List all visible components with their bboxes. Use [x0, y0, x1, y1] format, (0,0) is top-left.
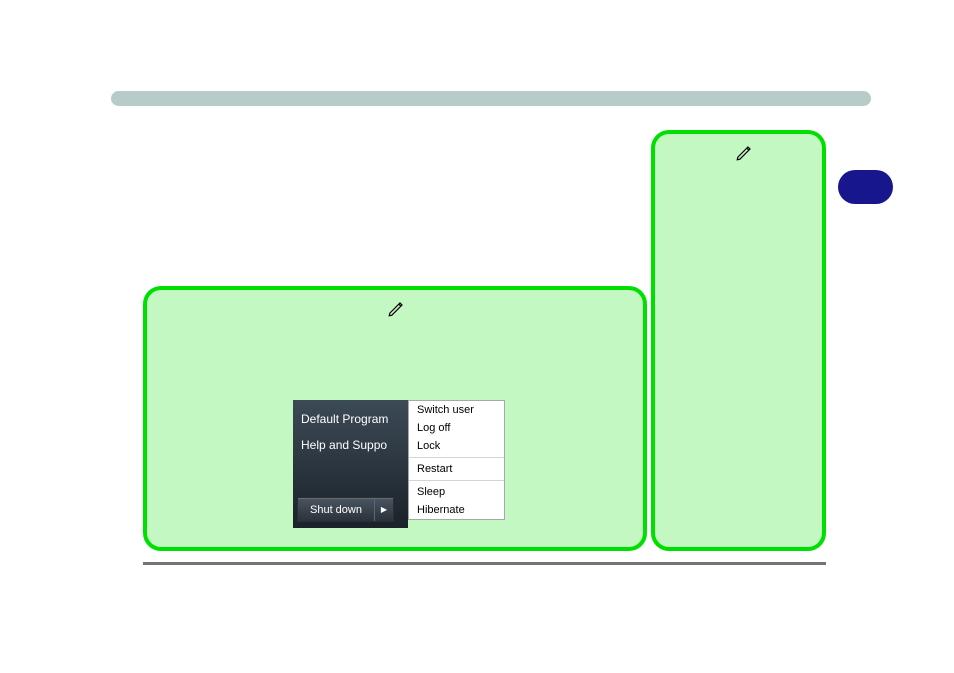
bottom-divider	[143, 562, 826, 565]
flyout-hibernate[interactable]: Hibernate	[409, 501, 504, 519]
flyout-lock[interactable]: Lock	[409, 437, 504, 455]
pencil-icon[interactable]	[735, 144, 753, 167]
start-menu-item-default-programs[interactable]: Default Program	[301, 406, 408, 432]
blue-pill-button[interactable]	[838, 170, 893, 204]
flyout-separator	[409, 457, 504, 458]
top-bar	[111, 91, 871, 106]
flyout-sleep[interactable]: Sleep	[409, 483, 504, 501]
pencil-icon[interactable]	[387, 300, 405, 323]
shutdown-flyout-menu: Switch user Log off Lock Restart Sleep H…	[408, 400, 505, 520]
shutdown-button[interactable]: Shut down ▶	[297, 497, 394, 522]
flyout-separator	[409, 480, 504, 481]
flyout-switch-user[interactable]: Switch user	[409, 401, 504, 419]
start-menu-fragment: Default Program Help and Suppo Shut down…	[293, 400, 408, 528]
right-edit-panel[interactable]	[651, 130, 826, 551]
flyout-restart[interactable]: Restart	[409, 460, 504, 478]
flyout-log-off[interactable]: Log off	[409, 419, 504, 437]
start-menu-item-help[interactable]: Help and Suppo	[301, 432, 408, 458]
shutdown-label: Shut down	[298, 504, 374, 516]
shutdown-flyout-arrow-icon[interactable]: ▶	[374, 498, 393, 521]
left-edit-panel[interactable]: Default Program Help and Suppo Shut down…	[143, 286, 647, 551]
